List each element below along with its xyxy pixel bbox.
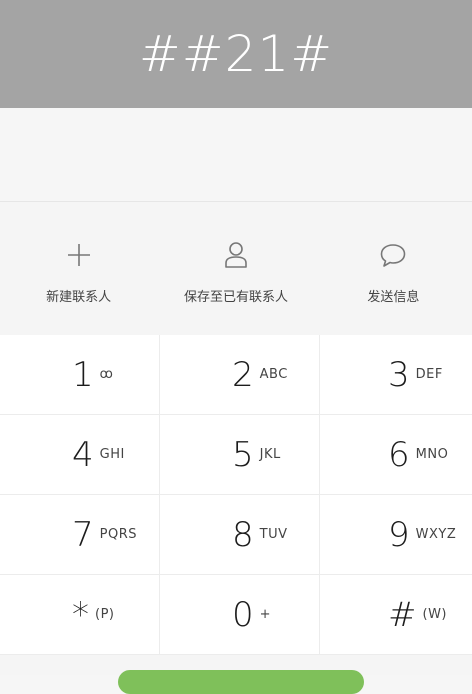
message-bubble-icon <box>381 244 406 267</box>
key-digit: 2 <box>232 354 254 395</box>
key-digit: * <box>72 594 89 635</box>
key-2[interactable]: 2 ABC <box>160 335 320 415</box>
key-4[interactable]: 4 GHI <box>0 415 160 495</box>
key-5[interactable]: 5 JKL <box>160 415 320 495</box>
person-icon <box>225 242 247 268</box>
key-7[interactable]: 7 PQRS <box>0 495 160 575</box>
new-contact-button[interactable]: 新建联系人 <box>0 202 157 336</box>
save-to-existing-contact-button[interactable]: 保存至已有联系人 <box>157 202 314 336</box>
key-letters: + <box>259 607 272 622</box>
key-digit: 1 <box>72 354 94 395</box>
key-letters: PQRS <box>99 527 137 542</box>
key-8[interactable]: 8 TUV <box>160 495 320 575</box>
dialed-number: ##21# <box>138 25 334 83</box>
key-9[interactable]: 9 WXYZ <box>320 495 472 575</box>
key-digit: 6 <box>388 434 410 475</box>
action-bar: 新建联系人 保存至已有联系人 发送信息 <box>0 201 472 336</box>
key-letters: DEF <box>415 367 443 382</box>
key-star[interactable]: * (P) <box>0 575 160 655</box>
key-letters: TUV <box>259 527 288 542</box>
key-6[interactable]: 6 MNO <box>320 415 472 495</box>
key-letters: (P) <box>95 607 115 622</box>
key-letters: GHI <box>99 447 125 462</box>
key-3[interactable]: 3 DEF <box>320 335 472 415</box>
key-digit: 0 <box>232 594 254 635</box>
key-0[interactable]: 0 + <box>160 575 320 655</box>
key-letters: ABC <box>259 367 288 382</box>
key-letters: WXYZ <box>415 527 457 542</box>
voicemail-icon: ꝏ <box>99 367 114 382</box>
plus-icon <box>67 244 90 266</box>
save-to-existing-contact-label: 保存至已有联系人 <box>183 290 288 305</box>
call-button[interactable] <box>118 670 364 694</box>
key-digit: 8 <box>232 514 254 555</box>
key-letters: (W) <box>422 607 447 622</box>
blank-area <box>0 108 472 201</box>
key-digit: 5 <box>232 434 254 475</box>
dial-display: ##21# <box>0 0 472 108</box>
key-digit: 7 <box>72 514 94 555</box>
new-contact-label: 新建联系人 <box>46 290 112 305</box>
key-1[interactable]: 1 ꝏ <box>0 335 160 415</box>
send-message-button[interactable]: 发送信息 <box>315 202 472 336</box>
key-hash[interactable]: # (W) <box>320 575 472 655</box>
key-digit: 3 <box>388 354 410 395</box>
send-message-label: 发送信息 <box>367 290 420 305</box>
key-letters: JKL <box>259 447 281 462</box>
dial-keypad: 1 ꝏ 2 ABC 3 DEF 4 GHI 5 JKL 6 MNO 7 PQRS… <box>0 335 472 655</box>
key-digit: 4 <box>72 434 94 475</box>
key-digit: # <box>388 594 417 635</box>
key-digit: 9 <box>388 514 410 555</box>
key-letters: MNO <box>415 447 449 462</box>
